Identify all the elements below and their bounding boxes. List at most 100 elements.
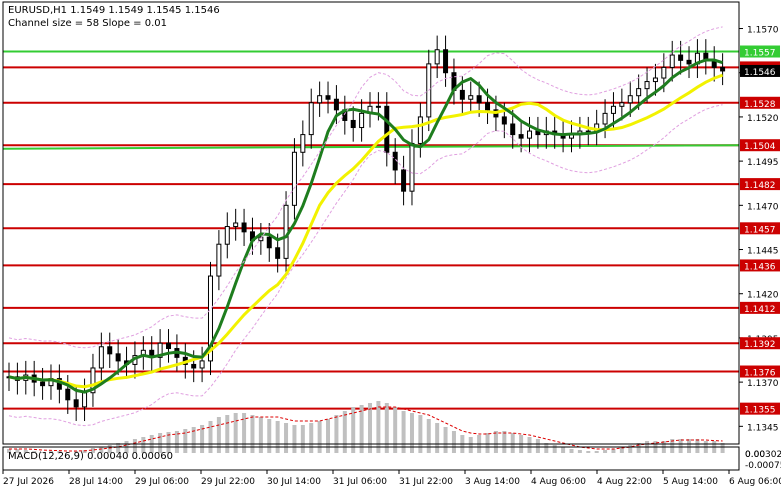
candle-body	[107, 346, 113, 355]
candle-body	[527, 130, 533, 139]
macd-bar	[275, 421, 280, 453]
y-tick-label: 1.1345	[747, 423, 779, 433]
x-tick-label: 31 Jul 22:00	[399, 477, 453, 487]
macd-bar	[493, 431, 498, 453]
level-label: 1.1392	[744, 340, 776, 350]
candle-body	[73, 399, 79, 408]
candle-body	[409, 142, 415, 192]
macd-bar	[695, 439, 700, 453]
x-tick-label: 3 Aug 14:00	[465, 477, 520, 487]
x-tick-label: 29 Jul 22:00	[201, 477, 255, 487]
candle-body	[291, 151, 297, 206]
candle-body	[652, 77, 658, 83]
macd-bar	[267, 419, 272, 453]
macd-bar	[603, 450, 608, 453]
candle-body	[401, 169, 407, 192]
macd-bar	[577, 450, 582, 453]
level-label: 1.1355	[744, 406, 776, 416]
current-price-label: 1.1546	[744, 68, 776, 78]
macd-bar	[552, 445, 557, 453]
macd-bar	[485, 433, 490, 453]
y-tick-label: 1.1445	[747, 247, 779, 257]
candle-body	[359, 112, 365, 129]
x-tick-label: 31 Jul 06:00	[333, 477, 387, 487]
candle-body	[501, 116, 507, 125]
y-tick-label: 1.1495	[747, 158, 779, 168]
candle-body	[669, 54, 675, 68]
macd-bar	[527, 437, 532, 453]
candle-body	[266, 236, 272, 249]
candle-body	[216, 243, 222, 277]
macd-bar	[292, 425, 297, 453]
level-label: 1.1376	[744, 369, 776, 379]
macd-bar	[208, 421, 213, 453]
candle-body	[115, 353, 121, 362]
candle-body	[720, 66, 726, 72]
x-tick-label: 29 Jul 06:00	[135, 477, 189, 487]
macd-bar	[561, 447, 566, 453]
candle-body	[82, 392, 88, 408]
macd-bar	[158, 433, 163, 453]
candle-body	[333, 98, 339, 111]
candle-body	[199, 360, 205, 369]
level-label: 1.1436	[744, 262, 776, 272]
macd-bar	[535, 439, 540, 453]
candle-body	[65, 388, 71, 401]
trading-chart-window: 1.15701.15451.15201.14951.14701.14451.14…	[0, 0, 781, 489]
macd-bar	[687, 439, 692, 453]
candle-body	[443, 49, 449, 74]
candle-body	[644, 81, 650, 90]
x-tick-label: 6 Aug 06:00	[729, 477, 781, 487]
y-tick-label: 1.1470	[747, 202, 779, 212]
x-tick-label: 30 Jul 14:00	[267, 477, 321, 487]
x-tick-label: 28 Jul 14:00	[69, 477, 123, 487]
candle-body	[317, 95, 323, 104]
candle-body	[661, 66, 667, 79]
y-tick-label: 1.1520	[747, 114, 779, 124]
candle-body	[241, 222, 247, 233]
level-label: 1.1457	[744, 225, 776, 235]
macd-bar	[258, 417, 263, 453]
candle-body	[602, 112, 608, 125]
candle-body	[434, 49, 440, 65]
macd-bar	[451, 431, 456, 453]
macd-bar	[384, 403, 389, 453]
candle-body	[485, 102, 491, 111]
channel-label: Channel size = 58 Slope = 0.01	[8, 18, 167, 29]
level-label: 1.1557	[744, 49, 776, 59]
macd-bar	[611, 449, 616, 453]
bollinger-upper	[8, 26, 723, 349]
macd-bar	[284, 423, 289, 453]
candle-body	[166, 342, 172, 350]
macd-bar	[326, 419, 331, 453]
candle-body	[275, 247, 281, 259]
candle-body	[375, 105, 381, 108]
x-tick-label: 4 Aug 22:00	[597, 477, 652, 487]
macd-bar	[468, 437, 473, 453]
x-tick-label: 4 Aug 06:00	[531, 477, 586, 487]
candle-body	[98, 346, 104, 369]
candle-body	[636, 88, 642, 97]
candle-body	[417, 116, 423, 144]
candle-body	[627, 95, 633, 104]
candle-body	[224, 226, 230, 245]
candle-body	[300, 134, 306, 153]
level-label: 1.1504	[744, 142, 776, 152]
candle-body	[518, 134, 524, 139]
candle-body	[510, 123, 516, 136]
candle-body	[610, 105, 616, 114]
y-tick-label: 1.1370	[747, 379, 779, 389]
candle-body	[619, 102, 625, 107]
macd-bar	[393, 407, 398, 453]
candle-body	[350, 119, 356, 129]
macd-bar	[510, 433, 515, 453]
macd-bar	[300, 425, 305, 453]
candle-body	[384, 105, 390, 153]
price-pane[interactable]	[2, 26, 740, 427]
macd-bar	[376, 401, 381, 453]
macd-bar	[359, 405, 364, 453]
candle-body	[476, 95, 482, 104]
macd-bar	[435, 423, 440, 453]
macd-bar	[426, 419, 431, 453]
chart-canvas[interactable]: 1.15701.15451.15201.14951.14701.14451.14…	[0, 0, 781, 489]
